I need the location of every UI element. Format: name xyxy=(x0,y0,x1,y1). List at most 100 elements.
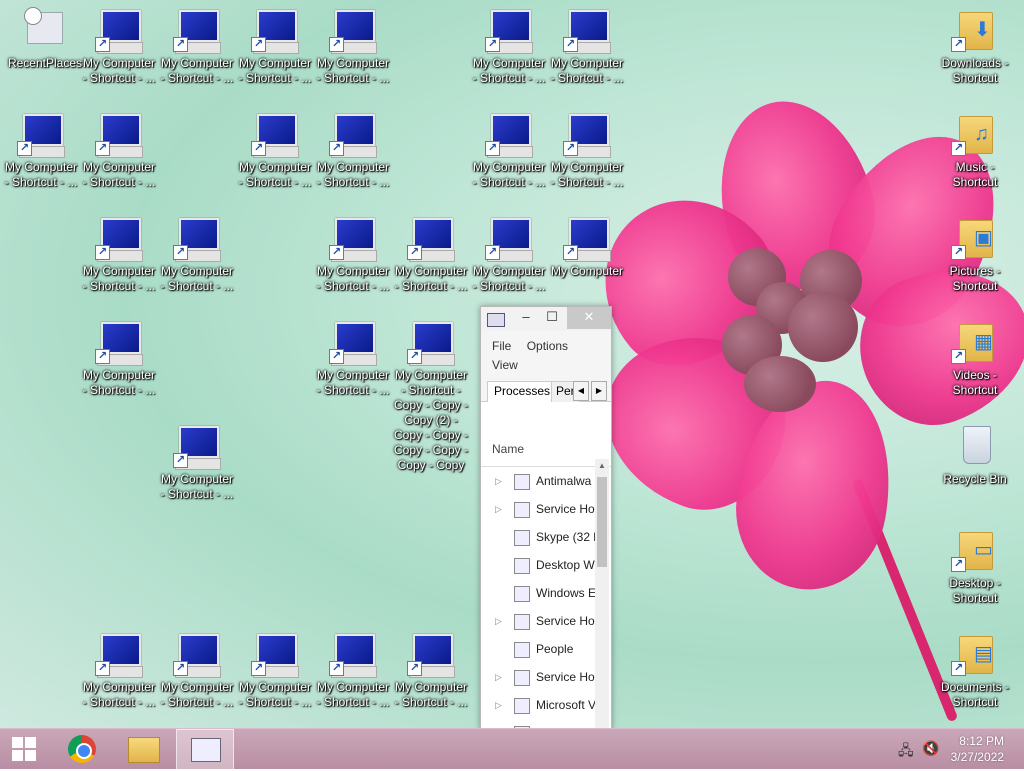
computer-icon: ↗ xyxy=(329,112,377,158)
desktop-icon-mc-24[interactable]: ↗ My Computer - Shortcut - ... xyxy=(158,632,236,710)
menu-file[interactable]: File xyxy=(492,339,511,353)
start-button[interactable] xyxy=(0,729,56,769)
taskbar-chrome[interactable] xyxy=(54,729,110,769)
process-row[interactable]: People xyxy=(481,635,611,663)
expand-chevron-icon[interactable]: ▷ xyxy=(495,691,502,719)
computer-icon: ↗ xyxy=(485,8,533,54)
shortcut-arrow-icon: ↗ xyxy=(951,37,966,52)
desktop-icon-label: My Computer - Shortcut - ... xyxy=(4,160,78,189)
desktop-icon-recyclebin[interactable]: Recycle Bin xyxy=(936,424,1014,487)
folder-icon: ▣ ↗ xyxy=(951,216,999,260)
process-row[interactable]: ▷ Microsoft V xyxy=(481,691,611,719)
process-row[interactable]: ▷ Service Ho xyxy=(481,663,611,691)
clock[interactable]: 8:12 PM 3/27/2022 xyxy=(951,733,1004,765)
desktop-icon-desktop[interactable]: ▭ ↗ Desktop - Shortcut xyxy=(936,528,1014,606)
tab-strip: Processes Per ◀ ▶ xyxy=(481,377,611,402)
process-row[interactable]: Skype (32 b xyxy=(481,523,611,551)
desktop-icon-label: My Computer - Shortcut - ... xyxy=(550,160,624,189)
desktop-icon-mc-16[interactable]: ↗ My Computer - Shortcut - ... xyxy=(392,216,470,294)
desktop-icon-mc-20[interactable]: ↗ My Computer - Shortcut - ... xyxy=(314,320,392,398)
desktop-icon-mc-23[interactable]: ↗ My Computer - Shortcut - ... xyxy=(80,632,158,710)
user-icon xyxy=(514,698,530,714)
desktop-icon-mc-1[interactable]: ↗ My Computer - Shortcut - ... xyxy=(80,8,158,86)
desktop-icon-mc-11[interactable]: ↗ My Computer - Shortcut - ... xyxy=(470,112,548,190)
computer-icon: ↗ xyxy=(173,424,221,470)
shortcut-arrow-icon: ↗ xyxy=(329,661,344,676)
desktop-icon-downloads[interactable]: ⬇ ↗ Downloads - Shortcut xyxy=(936,8,1014,86)
desktop-icon-label: My Computer - Shortcut - ... xyxy=(82,160,156,189)
desktop-icon-mc-27[interactable]: ↗ My Computer - Shortcut - ... xyxy=(392,632,470,710)
clock-date: 3/27/2022 xyxy=(950,750,1004,764)
desktop-icon-mc-5[interactable]: ↗ My Computer - Shortcut - ... xyxy=(470,8,548,86)
task-manager-window[interactable]: – ☐ ✕ File Options View Processes Per ◀ … xyxy=(480,306,612,730)
desktop-icon-mc-3[interactable]: ↗ My Computer - Shortcut - ... xyxy=(236,8,314,86)
shortcut-arrow-icon: ↗ xyxy=(407,349,422,364)
desktop-icon-mc-6[interactable]: ↗ My Computer - Shortcut - ... xyxy=(548,8,626,86)
desktop-icon-label: My Computer - Shortcut - ... xyxy=(82,680,156,709)
scrollbar-thumb[interactable] xyxy=(597,477,607,567)
chrome-icon xyxy=(68,735,96,763)
tab-scroll-left-icon[interactable]: ◀ xyxy=(573,381,589,401)
desktop-icon-mc-19[interactable]: ↗ My Computer - Shortcut - ... xyxy=(80,320,158,398)
shortcut-arrow-icon: ↗ xyxy=(251,661,266,676)
process-row[interactable]: Windows E xyxy=(481,579,611,607)
desktop-icon-mc-4[interactable]: ↗ My Computer - Shortcut - ... xyxy=(314,8,392,86)
desktop-icon-mc-17[interactable]: ↗ My Computer - Shortcut - ... xyxy=(470,216,548,294)
network-icon[interactable]: 🖧 xyxy=(898,740,914,764)
desktop-icon-label: My Computer - Shortcut - ... xyxy=(238,680,312,709)
clock-time: 8:12 PM xyxy=(959,734,1004,748)
desktop-icon-label: My Computer - Shortcut - ... xyxy=(550,56,624,85)
expand-chevron-icon[interactable]: ▷ xyxy=(495,663,502,691)
desktop-icon-mc-12[interactable]: ↗ My Computer - Shortcut - ... xyxy=(548,112,626,190)
shortcut-arrow-icon: ↗ xyxy=(173,245,188,260)
scroll-up-icon[interactable]: ▲ xyxy=(595,461,609,473)
computer-icon: ↗ xyxy=(251,8,299,54)
menu-view[interactable]: View xyxy=(492,358,518,372)
desktop-icon-mc-22[interactable]: ↗ My Computer - Shortcut - ... xyxy=(158,424,236,502)
desktop-icon-mc-18[interactable]: ↗ My Computer xyxy=(548,216,626,279)
process-row[interactable]: ▷ Service Ho xyxy=(481,607,611,635)
taskbar-task-manager[interactable] xyxy=(176,729,234,771)
vertical-scrollbar[interactable]: ▲ xyxy=(595,459,609,729)
minimize-button[interactable]: – xyxy=(513,307,539,329)
shortcut-arrow-icon: ↗ xyxy=(407,661,422,676)
desktop-icon-mc-10[interactable]: ↗ My Computer - Shortcut - ... xyxy=(314,112,392,190)
shortcut-arrow-icon: ↗ xyxy=(951,661,966,676)
expand-chevron-icon[interactable]: ▷ xyxy=(495,607,502,635)
desktop-icon-videos[interactable]: ▦ ↗ Videos - Shortcut xyxy=(936,320,1014,398)
desktop-icon-label: My Computer - Shortcut - ... xyxy=(316,680,390,709)
desktop-icon-documents[interactable]: ▤ ↗ Documents - Shortcut xyxy=(936,632,1014,710)
expand-chevron-icon[interactable]: ▷ xyxy=(495,467,502,495)
process-row[interactable]: ▷ Antimalwa xyxy=(481,467,611,495)
tab-processes[interactable]: Processes xyxy=(487,381,558,402)
computer-icon: ↗ xyxy=(407,216,455,262)
desktop-icon-mc-14[interactable]: ↗ My Computer - Shortcut - ... xyxy=(158,216,236,294)
process-list: ▷ Antimalwa ▷ Service Ho Skype (32 b Desktop … xyxy=(481,467,611,729)
desktop-icon-mc-9[interactable]: ↗ My Computer - Shortcut - ... xyxy=(236,112,314,190)
gear-icon xyxy=(514,614,530,630)
desktop-icon-pictures[interactable]: ▣ ↗ Pictures - Shortcut xyxy=(936,216,1014,294)
desktop-icon-mc-25[interactable]: ↗ My Computer - Shortcut - ... xyxy=(236,632,314,710)
taskbar-file-explorer[interactable] xyxy=(114,729,170,769)
title-bar[interactable]: – ☐ ✕ xyxy=(481,307,611,331)
desktop-icon-mc-2[interactable]: ↗ My Computer - Shortcut - ... xyxy=(158,8,236,86)
desktop-icon-label: Music - Shortcut xyxy=(952,160,998,189)
desktop-icon-mc-7[interactable]: ↗ My Computer - Shortcut - ... xyxy=(2,112,80,190)
volume-muted-icon[interactable]: 🔇 xyxy=(922,740,939,757)
column-header-name[interactable]: Name xyxy=(481,432,611,467)
computer-icon: ↗ xyxy=(251,632,299,678)
menu-options[interactable]: Options xyxy=(527,339,568,353)
process-row[interactable]: Desktop W xyxy=(481,551,611,579)
desktop-icon-mc-13[interactable]: ↗ My Computer - Shortcut - ... xyxy=(80,216,158,294)
desktop-icon-recentplaces[interactable]: RecentPlaces xyxy=(6,7,84,71)
tab-scroll-right-icon[interactable]: ▶ xyxy=(591,381,607,401)
desktop-icon-music[interactable]: ♫ ↗ Music - Shortcut xyxy=(936,112,1014,190)
close-button[interactable]: ✕ xyxy=(567,307,611,329)
process-row[interactable]: ▷ Service Ho xyxy=(481,495,611,523)
desktop-icon-mc-15[interactable]: ↗ My Computer - Shortcut - ... xyxy=(314,216,392,294)
desktop-icon-mc-26[interactable]: ↗ My Computer - Shortcut - ... xyxy=(314,632,392,710)
maximize-button[interactable]: ☐ xyxy=(539,307,565,329)
desktop-icon-mc-21[interactable]: ↗ My Computer - Shortcut - Copy - Copy - … xyxy=(392,320,470,473)
expand-chevron-icon[interactable]: ▷ xyxy=(495,495,502,523)
desktop-icon-mc-8[interactable]: ↗ My Computer - Shortcut - ... xyxy=(80,112,158,190)
